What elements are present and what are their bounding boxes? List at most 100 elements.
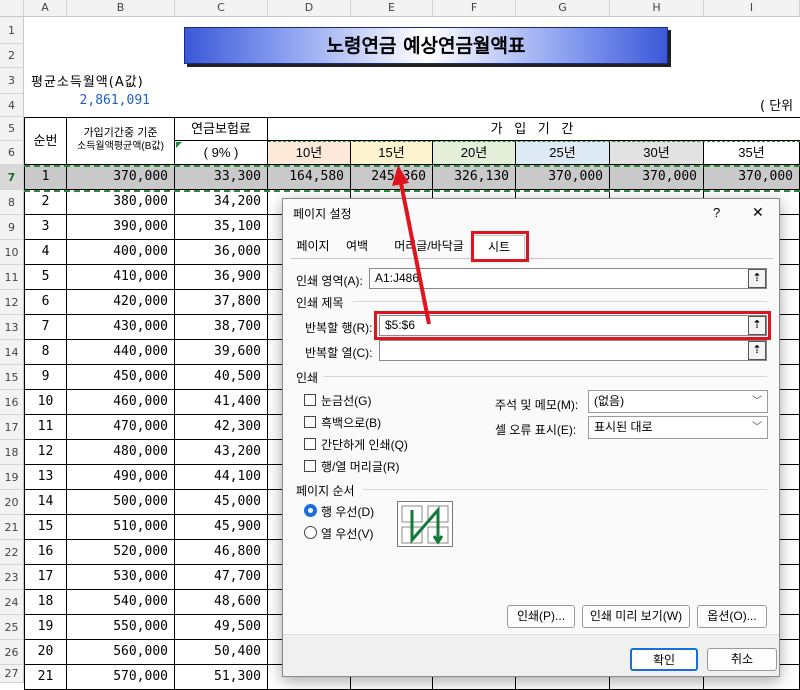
cell-r11-a[interactable]: 5 [24, 265, 67, 290]
row-header-3[interactable]: 3 [0, 68, 24, 94]
cell-r26-b[interactable]: 560,000 [67, 640, 175, 665]
cell-r27-b[interactable]: 570,000 [67, 665, 175, 690]
row-header-24[interactable]: 24 [0, 590, 24, 615]
row-header-23[interactable]: 23 [0, 565, 24, 590]
cell-r18-c[interactable]: 43,200 [175, 440, 268, 465]
cell-r13-c[interactable]: 38,700 [175, 315, 268, 340]
cell-r10-c[interactable]: 36,000 [175, 240, 268, 265]
column-header-i[interactable]: I [704, 0, 800, 17]
tab-header-footer[interactable]: 머리글/바닥글 [391, 235, 467, 259]
cancel-button[interactable]: 취소 [707, 648, 777, 671]
cell-r12-b[interactable]: 420,000 [67, 290, 175, 315]
row-header-22[interactable]: 22 [0, 540, 24, 565]
cell-r17-c[interactable]: 42,300 [175, 415, 268, 440]
row-col-headings-checkbox[interactable] [304, 460, 316, 472]
page-setup-dialog[interactable]: 페이지 설정 ? ✕ 페이지 여백 머리글/바닥글 시트 인쇄 영역(A): A… [282, 198, 780, 677]
options-button[interactable]: 옵션(O)... [697, 605, 767, 628]
print-area-input[interactable]: A1:J486 [369, 268, 767, 289]
cell-r16-c[interactable]: 41,400 [175, 390, 268, 415]
row-header-19[interactable]: 19 [0, 465, 24, 490]
repeat-cols-picker-icon[interactable]: ⇡ [748, 341, 766, 360]
cell-r23-b[interactable]: 530,000 [67, 565, 175, 590]
row-header-18[interactable]: 18 [0, 440, 24, 465]
repeat-cols-input[interactable] [379, 340, 767, 361]
draft-quality-checkbox[interactable] [304, 438, 316, 450]
close-icon[interactable]: ✕ [752, 204, 764, 221]
cell-r21-b[interactable]: 510,000 [67, 515, 175, 540]
cell-r21-a[interactable]: 15 [24, 515, 67, 540]
cell-r15-c[interactable]: 40,500 [175, 365, 268, 390]
cell-r14-c[interactable]: 39,600 [175, 340, 268, 365]
cell-r23-c[interactable]: 47,700 [175, 565, 268, 590]
cell-r24-b[interactable]: 540,000 [67, 590, 175, 615]
cell-r24-c[interactable]: 48,600 [175, 590, 268, 615]
cell-r7-i[interactable]: 370,000 [704, 165, 800, 190]
row-header-7[interactable]: 7 [0, 165, 24, 190]
row-header-27[interactable]: 27 [0, 665, 24, 683]
cell-r7-b[interactable]: 370,000 [67, 165, 175, 190]
row-header-2[interactable]: 2 [0, 44, 24, 68]
cell-r24-a[interactable]: 18 [24, 590, 67, 615]
print-area-picker-icon[interactable]: ⇡ [748, 269, 766, 288]
row-header-13[interactable]: 13 [0, 315, 24, 340]
column-header-f[interactable]: F [433, 0, 516, 17]
cell-r7-g[interactable]: 370,000 [516, 165, 610, 190]
cell-r19-b[interactable]: 490,000 [67, 465, 175, 490]
row-header-26[interactable]: 26 [0, 640, 24, 665]
errors-select[interactable]: 표시된 대로 ﹀ [588, 416, 768, 439]
row-header-5[interactable]: 5 [0, 117, 24, 141]
row-header-12[interactable]: 12 [0, 290, 24, 315]
column-header-c[interactable]: C [175, 0, 268, 17]
cell-r8-a[interactable]: 2 [24, 190, 67, 215]
row-first-radio[interactable] [304, 504, 317, 517]
row-header-17[interactable]: 17 [0, 415, 24, 440]
help-button[interactable]: ? [713, 205, 720, 220]
col-first-radio[interactable] [304, 526, 317, 539]
cell-r25-c[interactable]: 49,500 [175, 615, 268, 640]
cell-r13-b[interactable]: 430,000 [67, 315, 175, 340]
gridlines-checkbox[interactable] [304, 394, 316, 406]
cell-r19-c[interactable]: 44,100 [175, 465, 268, 490]
cell-r15-a[interactable]: 9 [24, 365, 67, 390]
cell-r7-f[interactable]: 326,130 [433, 165, 516, 190]
cell-r8-b[interactable]: 380,000 [67, 190, 175, 215]
cell-r18-a[interactable]: 12 [24, 440, 67, 465]
row-header-14[interactable]: 14 [0, 340, 24, 365]
cell-r20-c[interactable]: 45,000 [175, 490, 268, 515]
column-header-g[interactable]: G [516, 0, 610, 17]
row-header-1[interactable]: 1 [0, 17, 24, 44]
row-header-20[interactable]: 20 [0, 490, 24, 515]
cell-r9-b[interactable]: 390,000 [67, 215, 175, 240]
cell-r7-a[interactable]: 1 [24, 165, 67, 190]
column-header-d[interactable]: D [268, 0, 351, 17]
column-header-e[interactable]: E [351, 0, 433, 17]
cell-r16-b[interactable]: 460,000 [67, 390, 175, 415]
cell-r20-b[interactable]: 500,000 [67, 490, 175, 515]
cell-r9-a[interactable]: 3 [24, 215, 67, 240]
cell-r20-a[interactable]: 14 [24, 490, 67, 515]
cell-r25-a[interactable]: 19 [24, 615, 67, 640]
cell-r7-d[interactable]: 164,580 [268, 165, 351, 190]
cell-r10-a[interactable]: 4 [24, 240, 67, 265]
cell-r7-c[interactable]: 33,300 [175, 165, 268, 190]
cell-r18-b[interactable]: 480,000 [67, 440, 175, 465]
column-header-a[interactable]: A [24, 0, 67, 17]
row-header-9[interactable]: 9 [0, 215, 24, 240]
cell-r22-b[interactable]: 520,000 [67, 540, 175, 565]
row-header-25[interactable]: 25 [0, 615, 24, 640]
row-header-10[interactable]: 10 [0, 240, 24, 265]
cell-r8-c[interactable]: 34,200 [175, 190, 268, 215]
row-header-11[interactable]: 11 [0, 265, 24, 290]
print-button[interactable]: 인쇄(P)... [507, 605, 575, 628]
cell-r11-b[interactable]: 410,000 [67, 265, 175, 290]
cell-r17-b[interactable]: 470,000 [67, 415, 175, 440]
row-header-21[interactable]: 21 [0, 515, 24, 540]
black-white-checkbox[interactable] [304, 416, 316, 428]
tab-margins[interactable]: 여백 [337, 235, 377, 259]
cell-r17-a[interactable]: 11 [24, 415, 67, 440]
row-header-6[interactable]: 6 [0, 141, 24, 165]
cell-r16-a[interactable]: 10 [24, 390, 67, 415]
row-header-16[interactable]: 16 [0, 390, 24, 415]
cell-r26-c[interactable]: 50,400 [175, 640, 268, 665]
select-all-corner[interactable] [0, 0, 24, 17]
